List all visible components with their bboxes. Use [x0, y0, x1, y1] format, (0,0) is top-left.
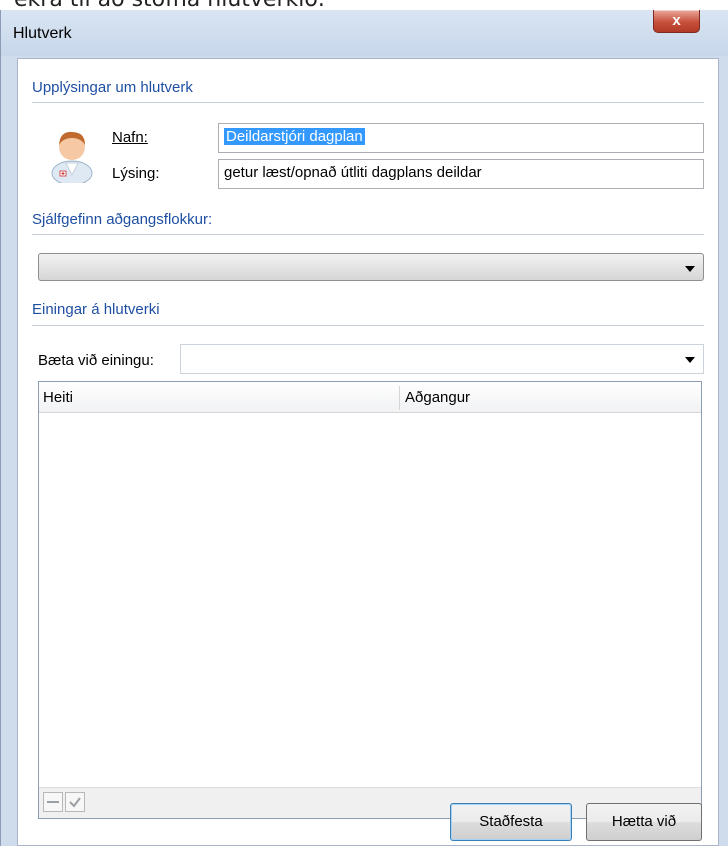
access-section-divider — [32, 234, 704, 235]
dialog-content: Upplýsingar um hlutverk Nafn: Deildarstj… — [17, 58, 719, 846]
table-header: Heiti Aðgangur — [39, 382, 701, 413]
column-divider[interactable] — [399, 386, 400, 410]
add-unit-dropdown[interactable] — [180, 344, 704, 374]
info-section-heading: Upplýsingar um hlutverk — [32, 79, 193, 96]
cancel-button[interactable]: Hætta við — [586, 803, 702, 841]
name-input[interactable]: Deildarstjóri dagplan — [218, 123, 704, 153]
units-section-heading: Einingar á hlutverki — [32, 301, 160, 318]
column-header-access[interactable]: Aðgangur — [401, 382, 701, 412]
check-icon — [69, 797, 81, 808]
name-input-value: Deildarstjóri dagplan — [224, 128, 365, 145]
description-input[interactable]: getur læst/opnað útliti dagplans deildar — [218, 159, 704, 189]
info-section-divider — [32, 102, 704, 103]
user-role-icon — [51, 131, 93, 183]
add-unit-label: Bæta við einingu: — [38, 352, 154, 369]
dialog-window: Hlutverk x Upplýsingar um hlutverk Nafn:… — [0, 10, 728, 846]
units-section-divider — [32, 325, 704, 326]
description-label: Lýsing: — [112, 165, 160, 182]
units-table[interactable]: Heiti Aðgangur — [38, 381, 702, 819]
access-section-heading: Sjálfgefinn aðgangsflokkur: — [32, 211, 213, 228]
chevron-down-icon — [685, 266, 695, 272]
window-title: Hlutverk — [13, 25, 72, 42]
close-button[interactable]: x — [653, 10, 700, 33]
column-header-name[interactable]: Heiti — [39, 382, 399, 412]
remove-row-button[interactable] — [43, 792, 63, 812]
name-label: Nafn: — [112, 129, 148, 146]
chevron-down-icon — [685, 357, 695, 363]
access-group-dropdown[interactable] — [38, 253, 704, 281]
minus-icon — [47, 801, 59, 803]
confirm-button[interactable]: Staðfesta — [450, 803, 572, 841]
title-bar[interactable]: Hlutverk x — [1, 10, 728, 56]
close-icon: x — [672, 12, 681, 29]
description-input-value: getur læst/opnað útliti dagplans deildar — [224, 164, 482, 181]
confirm-row-button[interactable] — [65, 792, 85, 812]
